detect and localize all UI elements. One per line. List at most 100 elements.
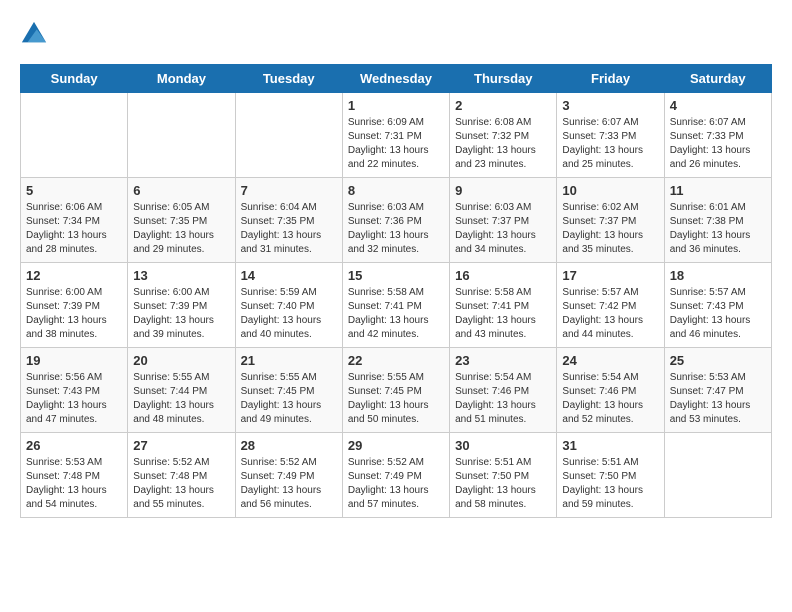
calendar-cell: 18 Sunrise: 5:57 AM Sunset: 7:43 PM Dayli… — [664, 263, 771, 348]
day-number: 30 — [455, 438, 551, 453]
day-info: Sunrise: 5:55 AM Sunset: 7:45 PM Dayligh… — [348, 371, 444, 427]
weekday-header-friday: Friday — [557, 65, 664, 93]
day-number: 31 — [562, 438, 658, 453]
day-info: Sunrise: 5:53 AM Sunset: 7:47 PM Dayligh… — [670, 371, 766, 427]
day-number: 2 — [455, 98, 551, 113]
calendar-cell — [128, 93, 235, 178]
day-number: 28 — [241, 438, 337, 453]
calendar-cell: 28 Sunrise: 5:52 AM Sunset: 7:49 PM Dayli… — [235, 433, 342, 518]
day-number: 17 — [562, 268, 658, 283]
calendar-cell: 1 Sunrise: 6:09 AM Sunset: 7:31 PM Daylig… — [342, 93, 449, 178]
day-info: Sunrise: 6:00 AM Sunset: 7:39 PM Dayligh… — [133, 286, 229, 342]
day-info: Sunrise: 6:06 AM Sunset: 7:34 PM Dayligh… — [26, 201, 122, 257]
day-number: 25 — [670, 353, 766, 368]
weekday-header-saturday: Saturday — [664, 65, 771, 93]
calendar-cell: 23Sunrise: 5:54 AM Sunset: 7:46 PM Dayli… — [450, 348, 557, 433]
calendar-cell: 7 Sunrise: 6:04 AM Sunset: 7:35 PM Daylig… — [235, 178, 342, 263]
calendar-cell: 29 Sunrise: 5:52 AM Sunset: 7:49 PM Dayli… — [342, 433, 449, 518]
logo — [20, 20, 52, 48]
day-number: 19 — [26, 353, 122, 368]
day-info: Sunrise: 5:52 AM Sunset: 7:48 PM Dayligh… — [133, 456, 229, 512]
calendar-cell: 6 Sunrise: 6:05 AM Sunset: 7:35 PM Daylig… — [128, 178, 235, 263]
calendar-cell: 24 Sunrise: 5:54 AM Sunset: 7:46 PM Dayli… — [557, 348, 664, 433]
day-number: 27 — [133, 438, 229, 453]
calendar-cell: 20 Sunrise: 5:55 AM Sunset: 7:44 PM Dayli… — [128, 348, 235, 433]
day-number: 5 — [26, 183, 122, 198]
calendar-cell: 31 Sunrise: 5:51 AM Sunset: 7:50 PM Dayli… — [557, 433, 664, 518]
day-info: Sunrise: 5:59 AM Sunset: 7:40 PM Dayligh… — [241, 286, 337, 342]
day-info: Sunrise: 6:05 AM Sunset: 7:35 PM Dayligh… — [133, 201, 229, 257]
day-info: Sunrise: 6:03 AM Sunset: 7:37 PM Dayligh… — [455, 201, 551, 257]
day-info: Sunrise: 6:08 AM Sunset: 7:32 PM Dayligh… — [455, 116, 551, 172]
calendar-cell: 19 Sunrise: 5:56 AM Sunset: 7:43 PM Dayli… — [21, 348, 128, 433]
day-number: 11 — [670, 183, 766, 198]
day-info: Sunrise: 5:57 AM Sunset: 7:42 PM Dayligh… — [562, 286, 658, 342]
day-info: Sunrise: 6:07 AM Sunset: 7:33 PM Dayligh… — [562, 116, 658, 172]
calendar-cell: 11 Sunrise: 6:01 AM Sunset: 7:38 PM Dayli… — [664, 178, 771, 263]
calendar-cell — [664, 433, 771, 518]
day-number: 18 — [670, 268, 766, 283]
calendar-cell: 14 Sunrise: 5:59 AM Sunset: 7:40 PM Dayli… — [235, 263, 342, 348]
day-number: 14 — [241, 268, 337, 283]
day-number: 15 — [348, 268, 444, 283]
day-number: 9 — [455, 183, 551, 198]
day-number: 24 — [562, 353, 658, 368]
day-number: 4 — [670, 98, 766, 113]
calendar-cell: 4 Sunrise: 6:07 AM Sunset: 7:33 PM Daylig… — [664, 93, 771, 178]
day-info: Sunrise: 5:52 AM Sunset: 7:49 PM Dayligh… — [348, 456, 444, 512]
calendar-cell: 22 Sunrise: 5:55 AM Sunset: 7:45 PM Dayli… — [342, 348, 449, 433]
day-info: Sunrise: 5:54 AM Sunset: 7:46 PM Dayligh… — [562, 371, 658, 427]
calendar-cell: 13 Sunrise: 6:00 AM Sunset: 7:39 PM Dayli… — [128, 263, 235, 348]
weekday-header-tuesday: Tuesday — [235, 65, 342, 93]
day-number: 10 — [562, 183, 658, 198]
logo-icon — [20, 20, 48, 48]
day-info: Sunrise: 6:03 AM Sunset: 7:36 PM Dayligh… — [348, 201, 444, 257]
calendar-week-4: 19 Sunrise: 5:56 AM Sunset: 7:43 PM Dayli… — [21, 348, 772, 433]
calendar-cell: 9 Sunrise: 6:03 AM Sunset: 7:37 PM Daylig… — [450, 178, 557, 263]
weekday-header-monday: Monday — [128, 65, 235, 93]
day-info: Sunrise: 5:58 AM Sunset: 7:41 PM Dayligh… — [455, 286, 551, 342]
day-info: Sunrise: 6:01 AM Sunset: 7:38 PM Dayligh… — [670, 201, 766, 257]
calendar-cell: 25 Sunrise: 5:53 AM Sunset: 7:47 PM Dayli… — [664, 348, 771, 433]
day-info: Sunrise: 5:56 AM Sunset: 7:43 PM Dayligh… — [26, 371, 122, 427]
day-info: Sunrise: 6:00 AM Sunset: 7:39 PM Dayligh… — [26, 286, 122, 342]
calendar-cell: 27 Sunrise: 5:52 AM Sunset: 7:48 PM Dayli… — [128, 433, 235, 518]
day-number: 23 — [455, 353, 551, 368]
calendar-cell: 8 Sunrise: 6:03 AM Sunset: 7:36 PM Daylig… — [342, 178, 449, 263]
calendar-cell — [21, 93, 128, 178]
calendar-cell — [235, 93, 342, 178]
calendar-cell: 26 Sunrise: 5:53 AM Sunset: 7:48 PM Dayli… — [21, 433, 128, 518]
day-number: 29 — [348, 438, 444, 453]
calendar-week-2: 5 Sunrise: 6:06 AM Sunset: 7:34 PM Daylig… — [21, 178, 772, 263]
calendar-cell: 5 Sunrise: 6:06 AM Sunset: 7:34 PM Daylig… — [21, 178, 128, 263]
day-number: 13 — [133, 268, 229, 283]
calendar-week-1: 1 Sunrise: 6:09 AM Sunset: 7:31 PM Daylig… — [21, 93, 772, 178]
calendar-cell: 17 Sunrise: 5:57 AM Sunset: 7:42 PM Dayli… — [557, 263, 664, 348]
day-info: Sunrise: 5:55 AM Sunset: 7:45 PM Dayligh… — [241, 371, 337, 427]
calendar-header — [20, 20, 772, 48]
day-number: 20 — [133, 353, 229, 368]
day-info: Sunrise: 5:55 AM Sunset: 7:44 PM Dayligh… — [133, 371, 229, 427]
weekday-header-thursday: Thursday — [450, 65, 557, 93]
calendar-cell: 15 Sunrise: 5:58 AM Sunset: 7:41 PM Dayli… — [342, 263, 449, 348]
day-info: Sunrise: 5:51 AM Sunset: 7:50 PM Dayligh… — [562, 456, 658, 512]
day-number: 7 — [241, 183, 337, 198]
day-info: Sunrise: 6:02 AM Sunset: 7:37 PM Dayligh… — [562, 201, 658, 257]
day-info: Sunrise: 5:52 AM Sunset: 7:49 PM Dayligh… — [241, 456, 337, 512]
day-number: 26 — [26, 438, 122, 453]
day-info: Sunrise: 6:07 AM Sunset: 7:33 PM Dayligh… — [670, 116, 766, 172]
day-number: 8 — [348, 183, 444, 198]
day-info: Sunrise: 5:53 AM Sunset: 7:48 PM Dayligh… — [26, 456, 122, 512]
day-number: 22 — [348, 353, 444, 368]
day-info: Sunrise: 5:58 AM Sunset: 7:41 PM Dayligh… — [348, 286, 444, 342]
day-info: Sunrise: 6:04 AM Sunset: 7:35 PM Dayligh… — [241, 201, 337, 257]
day-number: 1 — [348, 98, 444, 113]
day-info: Sunrise: 5:51 AM Sunset: 7:50 PM Dayligh… — [455, 456, 551, 512]
day-info: Sunrise: 6:09 AM Sunset: 7:31 PM Dayligh… — [348, 116, 444, 172]
day-number: 16 — [455, 268, 551, 283]
calendar-cell: 30 Sunrise: 5:51 AM Sunset: 7:50 PM Dayli… — [450, 433, 557, 518]
weekday-header-row: SundayMondayTuesdayWednesdayThursdayFrid… — [21, 65, 772, 93]
day-info: Sunrise: 5:57 AM Sunset: 7:43 PM Dayligh… — [670, 286, 766, 342]
day-number: 6 — [133, 183, 229, 198]
weekday-header-sunday: Sunday — [21, 65, 128, 93]
